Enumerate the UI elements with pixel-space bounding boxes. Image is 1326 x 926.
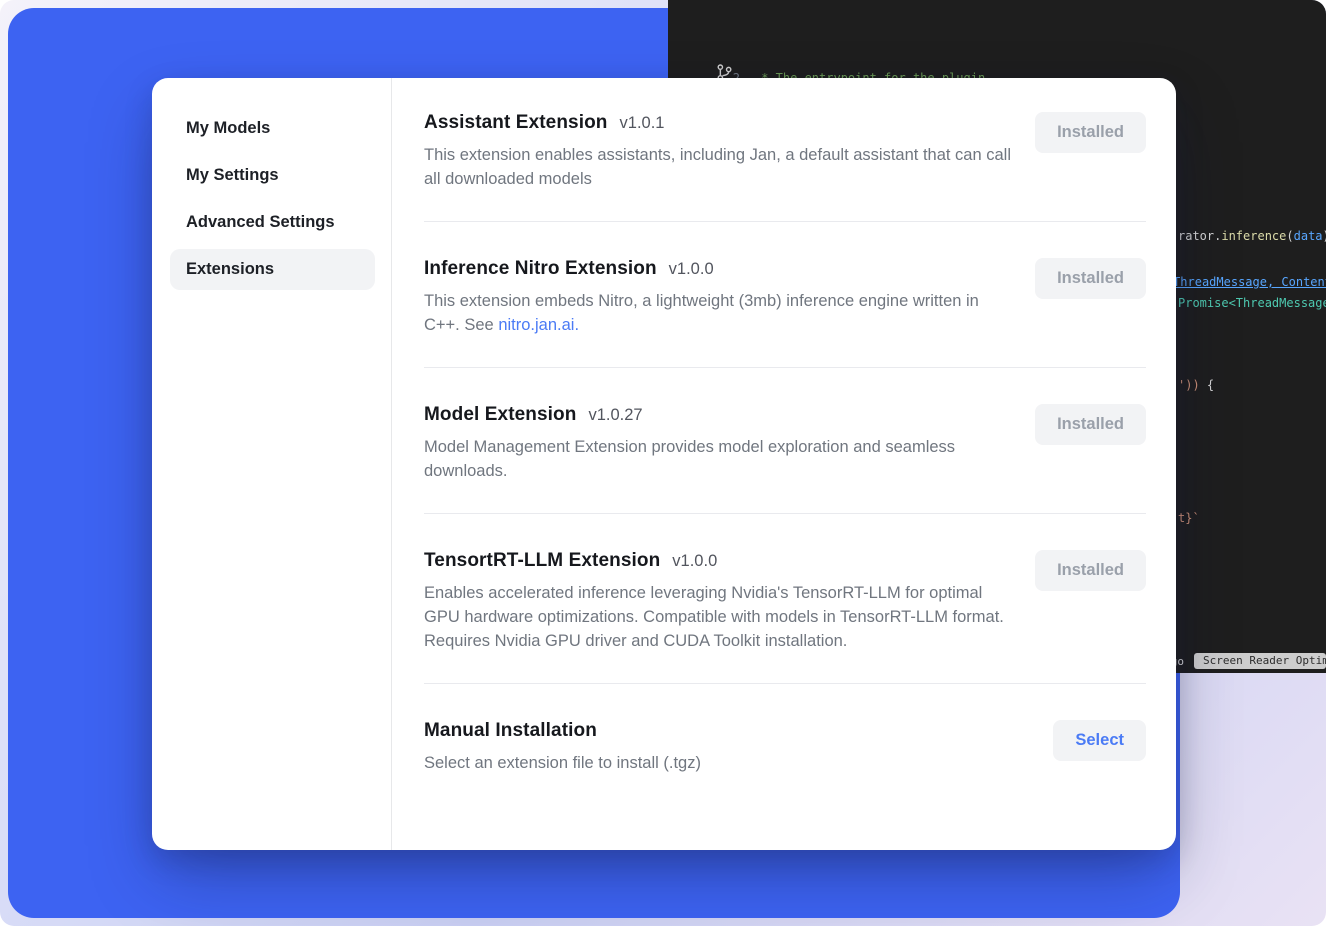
- extension-row-assistant: Assistant Extension v1.0.1 This extensio…: [424, 112, 1146, 222]
- extension-description: Model Management Extension provides mode…: [424, 435, 1012, 483]
- extension-title: Model Extension: [424, 404, 576, 426]
- extension-description: Enables accelerated inference leveraging…: [424, 581, 1012, 653]
- extension-title: Inference Nitro Extension: [424, 258, 657, 280]
- extension-row-tensorrt: TensortRT-LLM Extension v1.0.0 Enables a…: [424, 514, 1146, 684]
- sidebar-item-my-models[interactable]: My Models: [170, 108, 375, 149]
- manual-installation-title: Manual Installation: [424, 720, 597, 742]
- extension-title: Assistant Extension: [424, 112, 608, 134]
- extension-version: v1.0.1: [620, 114, 665, 133]
- installed-button[interactable]: Installed: [1035, 550, 1146, 591]
- extension-version: v1.0.0: [672, 552, 717, 571]
- extensions-settings-modal: My Models My Settings Advanced Settings …: [152, 78, 1176, 850]
- page: 2 3 4 5 6 * The entrypoint for the plugi…: [0, 0, 1326, 926]
- extension-version: v1.0.27: [588, 406, 642, 425]
- installed-button[interactable]: Installed: [1035, 112, 1146, 153]
- installed-button[interactable]: Installed: [1035, 258, 1146, 299]
- code-fragment: rator.inference(data));: [1178, 228, 1326, 245]
- manual-installation-row: Manual Installation Select an extension …: [424, 684, 1146, 803]
- manual-installation-description: Select an extension file to install (.tg…: [424, 754, 701, 773]
- extension-description: This extension enables assistants, inclu…: [424, 143, 1012, 191]
- extension-description: This extension embeds Nitro, a lightweig…: [424, 289, 1012, 337]
- code-fragment: ')) {: [1178, 377, 1214, 394]
- extensions-list: Assistant Extension v1.0.1 This extensio…: [392, 78, 1176, 850]
- extension-title: TensortRT-LLM Extension: [424, 550, 660, 572]
- sidebar-item-advanced-settings[interactable]: Advanced Settings: [170, 202, 375, 243]
- extension-row-model: Model Extension v1.0.27 Model Management…: [424, 368, 1146, 514]
- sidebar-item-my-settings[interactable]: My Settings: [170, 155, 375, 196]
- code-fragment: Promise<ThreadMessage>: [1178, 295, 1326, 312]
- extension-version: v1.0.0: [669, 260, 714, 279]
- select-file-button[interactable]: Select: [1053, 720, 1146, 761]
- settings-sidebar: My Models My Settings Advanced Settings …: [152, 78, 392, 850]
- extension-row-nitro: Inference Nitro Extension v1.0.0 This ex…: [424, 222, 1146, 368]
- nitro-jan-ai-link[interactable]: nitro.jan.ai.: [498, 316, 579, 334]
- installed-button[interactable]: Installed: [1035, 404, 1146, 445]
- code-fragment: t}`: [1178, 510, 1200, 527]
- screen-reader-chip: Screen Reader Optimize: [1194, 653, 1326, 669]
- sidebar-item-extensions[interactable]: Extensions: [170, 249, 375, 290]
